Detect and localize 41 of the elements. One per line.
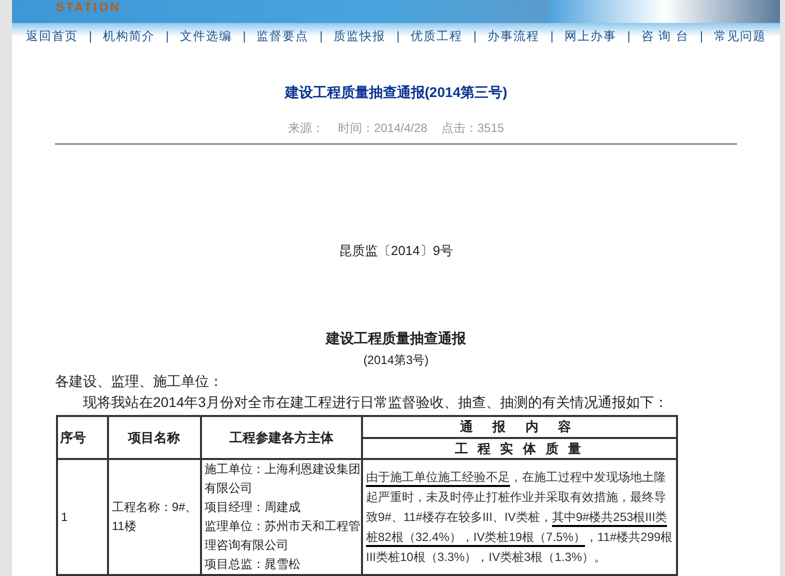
table-cell: 1 bbox=[57, 459, 108, 575]
meta-text: 点击：3515 bbox=[441, 120, 504, 136]
nav-separator: | bbox=[320, 28, 323, 46]
table-cell: 工程名称：9#、11楼 bbox=[108, 459, 201, 575]
salutation-text: 各建设、监理、施工单位： bbox=[55, 372, 224, 391]
nav-separator: | bbox=[473, 28, 477, 46]
nav-separator: | bbox=[242, 28, 246, 46]
column-header: 序号 bbox=[57, 416, 108, 459]
nav-link[interactable]: 办事流程 bbox=[487, 27, 540, 46]
intro-paragraph: 现将我站在2014年3月份对全市在建工程进行日常监督验收、抽查、抽测的有关情况通报如下： bbox=[82, 393, 669, 412]
nav-link[interactable]: 机构简介 bbox=[102, 27, 155, 46]
notice-heading: 建设工程质量抽查通报 bbox=[324, 329, 467, 348]
meta-text: 来源： bbox=[288, 120, 324, 136]
column-header: 项目名称 bbox=[108, 416, 201, 459]
notice-subheading: (2014第3号) bbox=[362, 352, 430, 369]
nav-separator: | bbox=[700, 28, 703, 46]
logo-text: STATION bbox=[56, 1, 121, 14]
nav-separator: | bbox=[550, 28, 554, 46]
table-cell-text: 项目总监：晁雪松 bbox=[204, 556, 302, 573]
nav-link[interactable]: 网上办事 bbox=[564, 27, 616, 46]
nav-link[interactable]: 常见问题 bbox=[714, 27, 766, 46]
table-cell-text: 由于施工单位施工经验不足，在施工过程中发现场地土隆起严重时，未及时停止打桩作业并采取有效措施，最终导致9#、11#楼存在较多III、IV类桩，其中9#楼共253根III类桩82根（32.4%），IV类桩19根（7.5%），11#楼共299根III类桩10根（3.3%），IV类桩3根（1.3%）。 bbox=[366, 469, 673, 566]
nav-separator: | bbox=[88, 28, 92, 46]
nav-link[interactable]: 返回首页 bbox=[26, 27, 78, 46]
column-header: 工程参建各方主体 bbox=[200, 416, 362, 459]
table-cell-text: 施工单位：上海利恩建设集团有限公司 bbox=[204, 461, 361, 497]
nav-link[interactable]: 优质工程 bbox=[410, 27, 463, 46]
document-number: 昆质监〔2014〕9号 bbox=[338, 242, 454, 260]
nav-separator: | bbox=[396, 28, 400, 46]
nav-separator: | bbox=[627, 28, 630, 46]
table-cell-text: 项目经理：周建成 bbox=[204, 499, 302, 516]
nav-link[interactable]: 监督要点 bbox=[256, 27, 309, 46]
table-cell-text: 监理单位：苏州市天和工程管理咨询有限公司 bbox=[204, 518, 361, 554]
nav-link[interactable]: 文件选编 bbox=[180, 27, 232, 46]
meta-text: 时间：2014/4/28 bbox=[338, 120, 428, 136]
column-header: 通 报 内 容 bbox=[362, 416, 677, 438]
nav-link[interactable]: 咨 询 台 bbox=[641, 27, 689, 46]
column-header: 工 程 实 体 质 量 bbox=[362, 438, 677, 459]
nav-separator: | bbox=[166, 28, 169, 46]
article-title: 建设工程质量抽查通报(2014第三号) bbox=[283, 82, 508, 102]
nav-link[interactable]: 质监快报 bbox=[334, 27, 386, 46]
